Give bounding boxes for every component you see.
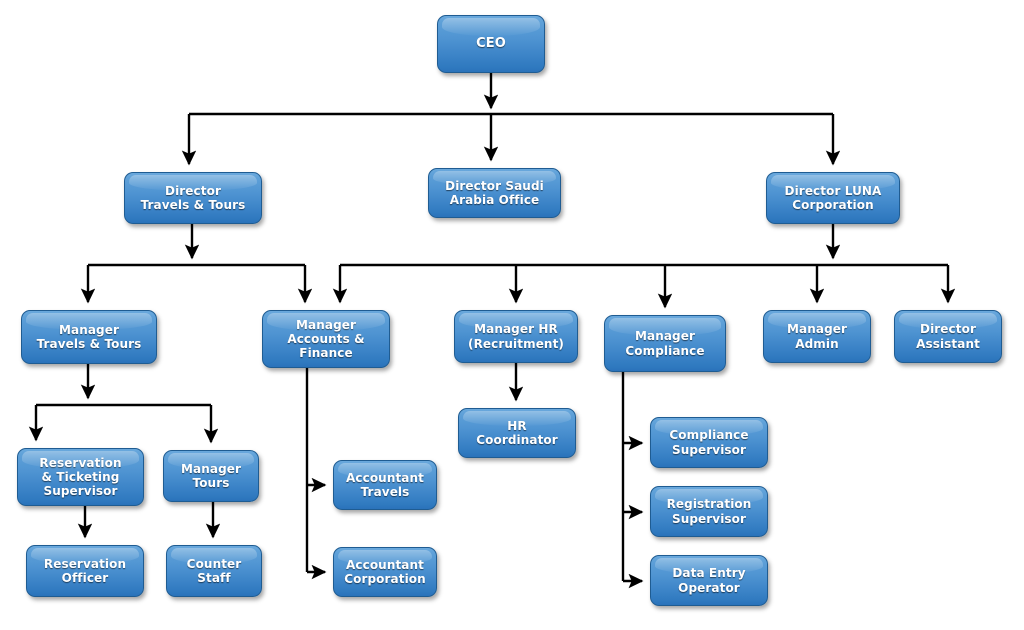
node-director-luna[interactable]: Director LUNA Corporation <box>766 172 900 224</box>
node-label-manager-tours: Manager Tours <box>180 461 242 490</box>
node-label-director-assistant: Director Assistant <box>916 322 980 351</box>
node-label-manager-travels-tours: Manager Travels & Tours <box>36 322 142 351</box>
node-manager-compliance[interactable]: Manager Compliance <box>604 315 726 372</box>
node-reservation-supervisor[interactable]: Reservation & Ticketing Supervisor <box>17 448 144 506</box>
node-hr-coordinator[interactable]: HR Coordinator <box>458 408 576 458</box>
node-label-manager-compliance: Manager Compliance <box>625 329 705 358</box>
node-compliance-supervisor[interactable]: Compliance Supervisor <box>650 417 768 468</box>
node-accountant-travels[interactable]: Accountant Travels <box>333 460 437 510</box>
node-label-manager-admin: Manager Admin <box>786 322 848 351</box>
node-manager-travels-tours[interactable]: Manager Travels & Tours <box>21 310 157 364</box>
node-ceo[interactable]: CEO <box>437 15 545 73</box>
node-accountant-corporation[interactable]: Accountant Corporation <box>333 547 437 597</box>
node-label-reservation-supervisor: Reservation & Ticketing Supervisor <box>39 455 122 499</box>
node-director-saudi[interactable]: Director Saudi Arabia Office <box>428 168 561 218</box>
node-manager-accounts-finance[interactable]: Manager Accounts & Finance <box>262 310 390 368</box>
node-label-registration-supervisor: Registration Supervisor <box>666 497 752 526</box>
node-counter-staff[interactable]: Counter Staff <box>166 545 262 597</box>
node-label-director-travels-tours: Director Travels & Tours <box>140 183 246 212</box>
node-label-accountant-travels: Accountant Travels <box>346 470 424 499</box>
node-label-counter-staff: Counter Staff <box>186 556 242 585</box>
node-label-reservation-officer: Reservation Officer <box>43 556 127 585</box>
node-label-data-entry-operator: Data Entry Operator <box>672 566 746 595</box>
node-director-assistant[interactable]: Director Assistant <box>894 310 1002 363</box>
node-label-manager-hr: Manager HR (Recruitment) <box>468 322 564 351</box>
org-chart: CEO Director Travels & Tours Director Saud… <box>0 0 1024 630</box>
node-manager-hr[interactable]: Manager HR (Recruitment) <box>454 310 578 363</box>
node-manager-tours[interactable]: Manager Tours <box>163 450 259 502</box>
node-label-accountant-corporation: Accountant Corporation <box>344 557 426 586</box>
node-label-compliance-supervisor: Compliance Supervisor <box>669 428 749 457</box>
node-registration-supervisor[interactable]: Registration Supervisor <box>650 486 768 537</box>
node-label-director-saudi: Director Saudi Arabia Office <box>445 178 544 207</box>
node-reservation-officer[interactable]: Reservation Officer <box>26 545 144 597</box>
node-data-entry-operator[interactable]: Data Entry Operator <box>650 555 768 606</box>
node-label-manager-accounts-finance: Manager Accounts & Finance <box>287 317 365 361</box>
node-manager-admin[interactable]: Manager Admin <box>763 310 871 363</box>
node-director-travels-tours[interactable]: Director Travels & Tours <box>124 172 262 224</box>
node-label-director-luna: Director LUNA Corporation <box>784 183 882 212</box>
node-label-ceo: CEO <box>476 36 506 52</box>
node-label-hr-coordinator: HR Coordinator <box>476 418 558 447</box>
